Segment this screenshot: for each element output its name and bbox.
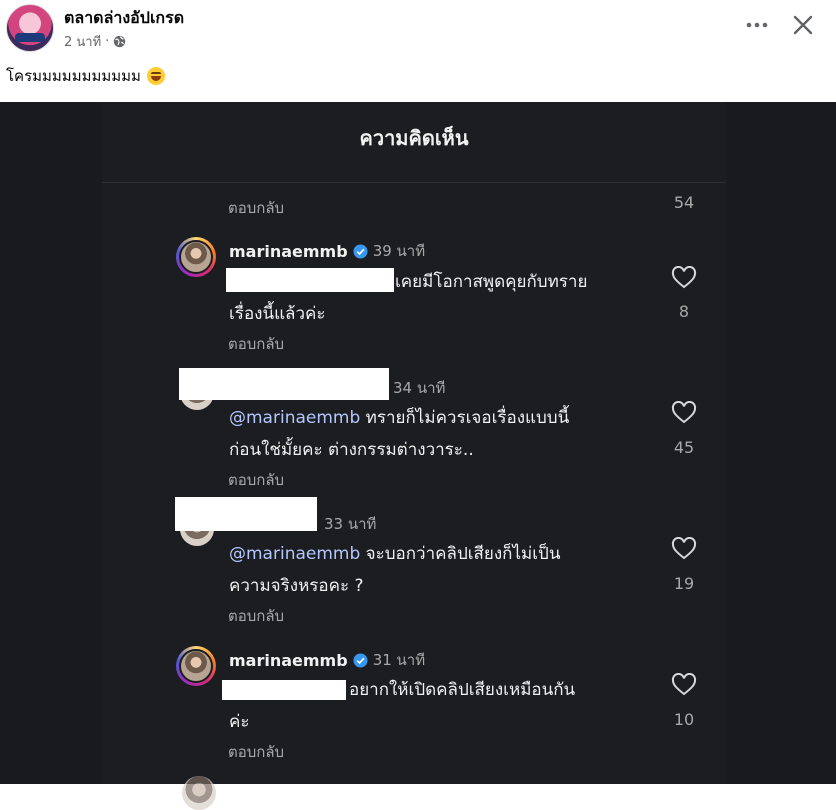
comment-time: 34 นาที (393, 379, 446, 397)
redaction-box (179, 368, 389, 400)
like-count: 19 (673, 574, 695, 593)
comment-line: ค่ะ (229, 712, 250, 732)
redaction-box (222, 680, 346, 700)
embedded-screenshot[interactable]: ความคิดเห็น ตอบกลับ 54 marinaemmb 39 นาท… (0, 102, 836, 810)
comment-line: เรื่องนี้แล้วค่ะ (229, 304, 326, 324)
reply-link[interactable]: ตอบกลับ (228, 604, 284, 628)
comment-text: @marinaemmb ทรายก็ไม่ควรเจอเรื่องแบบนี้ … (229, 402, 649, 466)
close-icon[interactable] (788, 10, 818, 40)
like-count: 54 (673, 193, 695, 212)
heart-icon[interactable] (671, 401, 697, 425)
heart-icon[interactable] (671, 537, 697, 561)
comment-line-text: จะบอกว่าคลิปเสียงก็ไม่เป็น (365, 544, 561, 564)
redaction-box (175, 497, 317, 531)
comment-line: @marinaemmb จะบอกว่าคลิปเสียงก็ไม่เป็น (229, 538, 649, 570)
verified-badge-icon (353, 243, 368, 259)
mention-link[interactable]: @marinaemmb (229, 544, 360, 564)
post-time[interactable]: 2 นาที (64, 31, 101, 52)
sheet-divider (102, 182, 726, 183)
reply-link[interactable]: ตอบกลับ (228, 740, 284, 764)
commenter-avatar[interactable] (176, 646, 216, 686)
more-icon[interactable] (742, 12, 772, 38)
meta-separator: · (105, 34, 110, 49)
page-name[interactable]: ตลาดล่างอัปเกรด (64, 6, 184, 31)
post-meta: 2 นาที · (64, 31, 126, 52)
comment-line: @marinaemmb ทรายก็ไม่ควรเจอเรื่องแบบนี้ (229, 402, 649, 434)
comment-time: 31 นาที (372, 651, 426, 669)
redaction-box (226, 268, 394, 292)
post-caption: โครมมมมมมมมมมม (6, 64, 165, 88)
reply-link[interactable]: ตอบกลับ (228, 332, 284, 356)
comment-username[interactable]: marinaemmb (229, 651, 348, 670)
comments-sheet: ความคิดเห็น ตอบกลับ 54 marinaemmb 39 นาท… (102, 102, 726, 810)
reply-link[interactable]: ตอบกลับ (228, 468, 284, 492)
comment-line-text: ทรายก็ไม่ควรเจอเรื่องแบบนี้ (365, 408, 570, 428)
commenter-avatar[interactable] (182, 776, 216, 810)
like-count: 10 (673, 710, 695, 729)
comment-text: @marinaemmb จะบอกว่าคลิปเสียงก็ไม่เป็น ค… (229, 538, 649, 602)
heart-icon[interactable] (671, 673, 697, 697)
grinning-face-emoji-icon (146, 67, 165, 85)
globe-icon[interactable] (113, 35, 126, 48)
reply-link[interactable]: ตอบกลับ (228, 196, 284, 220)
like-count: 8 (678, 302, 690, 321)
heart-icon[interactable] (671, 266, 697, 290)
comment-time: 33 นาที (324, 515, 377, 533)
commenter-avatar[interactable] (176, 237, 216, 277)
comment-header: marinaemmb 31 นาที (229, 648, 425, 672)
page-avatar[interactable] (6, 4, 54, 52)
mention-link[interactable]: @marinaemmb (229, 408, 360, 428)
comment-username[interactable]: marinaemmb (229, 242, 348, 261)
comment-header: marinaemmb 39 นาที (229, 239, 425, 263)
caption-text: โครมมมมมมมมมมม (6, 67, 141, 85)
verified-badge-icon (353, 652, 368, 668)
like-count: 45 (673, 438, 695, 457)
post-header: ตลาดล่างอัปเกรด 2 นาที · โครมมมมมมมมมมม (0, 0, 836, 102)
comment-line: ก่อนใช่มั้ยคะ ต่างกรรมต่างวาระ.. (229, 440, 474, 460)
comment-time: 39 นาที (372, 242, 426, 260)
comment-line: ความจริงหรอคะ ? (229, 576, 364, 596)
sheet-title: ความคิดเห็น (359, 126, 469, 150)
